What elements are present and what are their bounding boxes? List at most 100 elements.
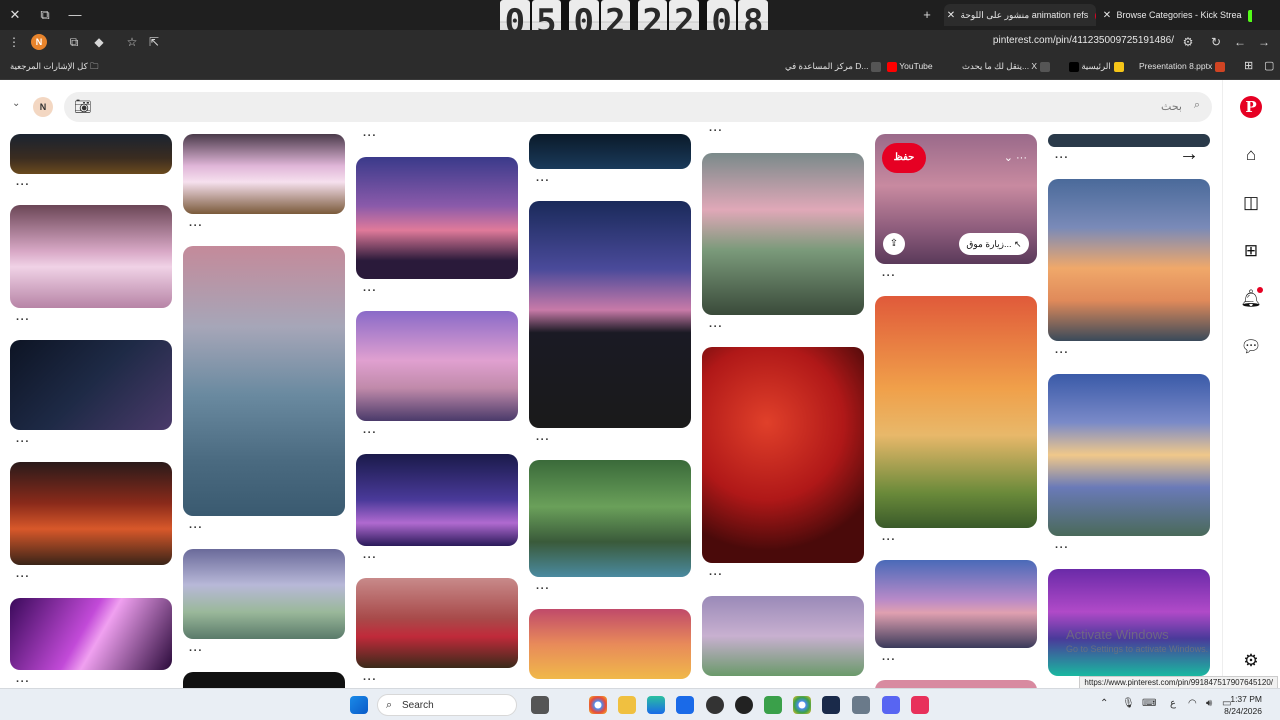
mic-icon[interactable]: 🎙︎ bbox=[1122, 698, 1135, 709]
pin-more-icon[interactable]: ··· bbox=[189, 522, 203, 534]
minimize-window-icon[interactable]: — bbox=[64, 5, 86, 25]
bookmark-item[interactable]: Presentation 8.pptx bbox=[1139, 61, 1226, 72]
mail-icon[interactable] bbox=[676, 696, 694, 714]
visit-site-button[interactable]: زيارة موق... ↖ bbox=[959, 233, 1029, 255]
pin-image[interactable] bbox=[1048, 569, 1210, 676]
pin-more-icon[interactable]: ··· bbox=[709, 125, 723, 137]
share-icon[interactable]: ⇪ bbox=[883, 233, 905, 255]
close-tab-icon[interactable]: ✕ bbox=[1100, 5, 1114, 26]
pin-image[interactable] bbox=[10, 134, 172, 174]
search-bar[interactable]: 📷︎ بحث ⌕ bbox=[64, 92, 1212, 122]
pinterest-avatar[interactable]: N bbox=[33, 97, 53, 117]
board-dropdown-icon[interactable]: ⌄ ··· bbox=[1004, 151, 1027, 164]
home-icon[interactable]: ⌂ bbox=[1239, 143, 1263, 167]
pin-more-icon[interactable]: ··· bbox=[882, 534, 896, 546]
pin-image[interactable] bbox=[529, 609, 691, 679]
pin-more-icon[interactable]: ··· bbox=[363, 130, 377, 142]
pin-image[interactable] bbox=[702, 596, 864, 676]
pin-image[interactable] bbox=[10, 205, 172, 308]
explore-icon[interactable]: ◫ bbox=[1239, 191, 1263, 215]
pin-more-icon[interactable]: ··· bbox=[709, 321, 723, 333]
pin-image[interactable] bbox=[702, 347, 864, 563]
bookmark-item[interactable]: الرئيسية bbox=[1066, 61, 1124, 72]
pin-more-icon[interactable]: ··· bbox=[16, 676, 30, 688]
reload-icon[interactable]: ↻ bbox=[1208, 34, 1224, 50]
windows-start-icon[interactable] bbox=[350, 696, 368, 714]
pin-more-icon[interactable]: ··· bbox=[363, 552, 377, 564]
close-window-icon[interactable]: ✕ bbox=[4, 5, 26, 25]
messages-icon[interactable]: 💬︎ bbox=[1239, 335, 1263, 359]
keyboard-icon[interactable]: ⌨ bbox=[1142, 698, 1156, 709]
create-icon[interactable]: ⊞ bbox=[1239, 239, 1263, 263]
tab-groups-icon[interactable]: ⊞ bbox=[1244, 59, 1253, 72]
settings-gear-icon[interactable]: ⚙ bbox=[1239, 649, 1263, 673]
pin-image[interactable] bbox=[875, 680, 1037, 688]
pin-image[interactable] bbox=[1048, 179, 1210, 341]
pin-more-icon[interactable]: ··· bbox=[363, 285, 377, 297]
discord-icon[interactable] bbox=[882, 696, 900, 714]
pin-image[interactable] bbox=[10, 462, 172, 565]
save-button[interactable]: حفظ bbox=[882, 143, 926, 173]
pin-image[interactable] bbox=[1048, 374, 1210, 536]
steam-icon[interactable] bbox=[822, 696, 840, 714]
pin-image[interactable] bbox=[529, 460, 691, 577]
menu-dots-icon[interactable]: ⋮ bbox=[6, 34, 22, 50]
bookmark-item[interactable]: YouTube bbox=[884, 61, 933, 72]
pin-image[interactable] bbox=[183, 134, 345, 214]
pin-more-icon[interactable]: ··· bbox=[536, 583, 550, 595]
bookmark-item[interactable]: مركز المساعدة في D... bbox=[785, 61, 882, 72]
profile-avatar[interactable]: N bbox=[31, 34, 47, 50]
pin-image[interactable] bbox=[356, 157, 518, 279]
pin-more-icon[interactable]: ··· bbox=[16, 314, 30, 326]
tiktok-icon[interactable] bbox=[911, 696, 929, 714]
app-icon[interactable] bbox=[735, 696, 753, 714]
extensions-icon[interactable]: ⧉ bbox=[66, 34, 82, 50]
pin-more-icon[interactable]: ··· bbox=[536, 434, 550, 446]
site-settings-icon[interactable]: ⚙ bbox=[1180, 34, 1196, 50]
pin-more-icon[interactable]: ··· bbox=[189, 220, 203, 232]
restore-window-icon[interactable]: ⧉ bbox=[34, 5, 56, 25]
camera-search-icon[interactable]: 📷︎ bbox=[74, 98, 92, 115]
search-input[interactable]: بحث bbox=[1161, 100, 1182, 113]
pin-image[interactable] bbox=[10, 340, 172, 430]
pin-image[interactable] bbox=[183, 246, 345, 516]
pin-image[interactable] bbox=[356, 578, 518, 668]
pin-image[interactable] bbox=[529, 201, 691, 428]
pin-image[interactable] bbox=[183, 549, 345, 639]
chrome-icon[interactable] bbox=[589, 696, 607, 714]
pin-image[interactable] bbox=[702, 153, 864, 315]
pinterest-logo-icon[interactable]: P bbox=[1240, 96, 1262, 118]
pin-image[interactable] bbox=[356, 454, 518, 546]
extension-diamond-icon[interactable]: ◆ bbox=[91, 34, 107, 50]
settings-icon[interactable] bbox=[852, 696, 870, 714]
taskbar-search[interactable]: ⌕ Search bbox=[377, 694, 517, 716]
close-tab-icon[interactable]: ✕ bbox=[944, 5, 958, 26]
reading-list-icon[interactable]: ▢ bbox=[1264, 59, 1274, 72]
pin-more-icon[interactable]: ··· bbox=[363, 427, 377, 439]
chevron-down-icon[interactable]: ⌄ bbox=[12, 98, 20, 109]
bookmark-star-icon[interactable]: ☆ bbox=[124, 34, 140, 50]
pin-more-icon[interactable]: ··· bbox=[363, 674, 377, 686]
obs-icon[interactable] bbox=[706, 696, 724, 714]
bookmark-item[interactable]: يتقل لك ما يحدث... X bbox=[962, 61, 1051, 72]
taskbar-clock[interactable]: 1:37 PM 8/24/2026 bbox=[1224, 693, 1262, 717]
pin-more-icon[interactable]: ··· bbox=[882, 270, 896, 282]
pin-more-icon[interactable]: ··· bbox=[1055, 542, 1069, 554]
pin-more-icon[interactable]: ··· bbox=[16, 179, 30, 191]
pin-image[interactable] bbox=[875, 296, 1037, 528]
back-icon[interactable]: → bbox=[1256, 34, 1272, 50]
pin-image[interactable] bbox=[10, 598, 172, 670]
all-bookmarks-link[interactable]: كل الإشارات المرجعية 🗀 bbox=[10, 61, 99, 75]
app-arrow-icon[interactable] bbox=[764, 696, 782, 714]
new-tab-button[interactable]: + bbox=[916, 5, 938, 25]
tray-chevron-icon[interactable]: ⌃ bbox=[1100, 698, 1108, 709]
tab-pinterest[interactable]: ✕ منشور على اللوحة animation refs bbox=[944, 4, 1096, 26]
file-explorer-icon[interactable] bbox=[618, 696, 636, 714]
chrome-profile-icon[interactable] bbox=[793, 696, 811, 714]
language-indicator[interactable]: ع bbox=[1170, 698, 1176, 709]
pin-more-icon[interactable]: ··· bbox=[536, 175, 550, 187]
pin-image[interactable] bbox=[183, 672, 345, 688]
wifi-icon[interactable]: ◠ bbox=[1188, 698, 1197, 709]
pin-more-icon[interactable]: ··· bbox=[709, 569, 723, 581]
forward-icon[interactable]: ← bbox=[1232, 34, 1248, 50]
